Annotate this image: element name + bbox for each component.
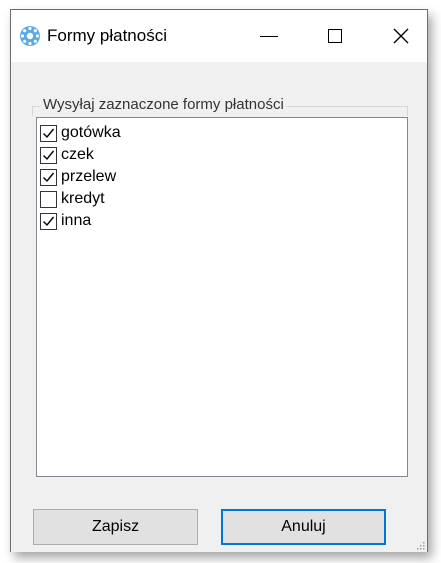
checkmark-icon bbox=[43, 172, 55, 182]
checkmark-icon bbox=[43, 216, 55, 226]
dialog-window: Formy płatności Wysyłaj zaznaczone formy… bbox=[10, 9, 428, 552]
minimize-icon bbox=[260, 35, 278, 37]
dialog-client-area: Wysyłaj zaznaczone formy płatności gotów… bbox=[11, 62, 427, 552]
checkmark-icon bbox=[43, 128, 55, 138]
title-bar[interactable]: Formy płatności bbox=[11, 10, 427, 62]
maximize-button[interactable] bbox=[307, 10, 363, 62]
checkbox-gotowka[interactable] bbox=[40, 124, 57, 142]
maximize-icon bbox=[328, 29, 342, 43]
list-item-czek[interactable]: czek bbox=[40, 144, 94, 166]
list-item-label: kredyt bbox=[61, 190, 105, 207]
save-button[interactable]: Zapisz bbox=[33, 509, 198, 545]
group-box-legend: Wysyłaj zaznaczone formy płatności bbox=[40, 96, 287, 113]
minimize-button[interactable] bbox=[241, 10, 297, 62]
list-item-label: gotówka bbox=[61, 124, 121, 141]
close-button[interactable] bbox=[373, 10, 429, 62]
cancel-button[interactable]: Anuluj bbox=[221, 509, 386, 545]
list-item-label: przelew bbox=[61, 168, 117, 185]
list-item-inna[interactable]: inna bbox=[40, 210, 91, 232]
list-item-label: czek bbox=[61, 146, 94, 163]
payment-methods-list[interactable]: gotówka czek przelew kredyt inna bbox=[36, 117, 408, 477]
checkbox-kredyt[interactable] bbox=[40, 190, 57, 208]
list-item-label: inna bbox=[61, 212, 92, 229]
checkbox-inna[interactable] bbox=[40, 212, 57, 230]
window-title: Formy płatności bbox=[47, 26, 167, 45]
checkbox-przelew[interactable] bbox=[40, 168, 57, 186]
list-item-przelew[interactable]: przelew bbox=[40, 166, 116, 188]
close-icon bbox=[393, 28, 409, 44]
resize-grip-icon[interactable] bbox=[415, 540, 425, 550]
list-item-kredyt[interactable]: kredyt bbox=[40, 188, 105, 210]
checkbox-czek[interactable] bbox=[40, 146, 57, 164]
list-item-gotowka[interactable]: gotówka bbox=[40, 122, 121, 144]
checkmark-icon bbox=[43, 150, 55, 160]
gear-app-icon bbox=[20, 26, 40, 46]
